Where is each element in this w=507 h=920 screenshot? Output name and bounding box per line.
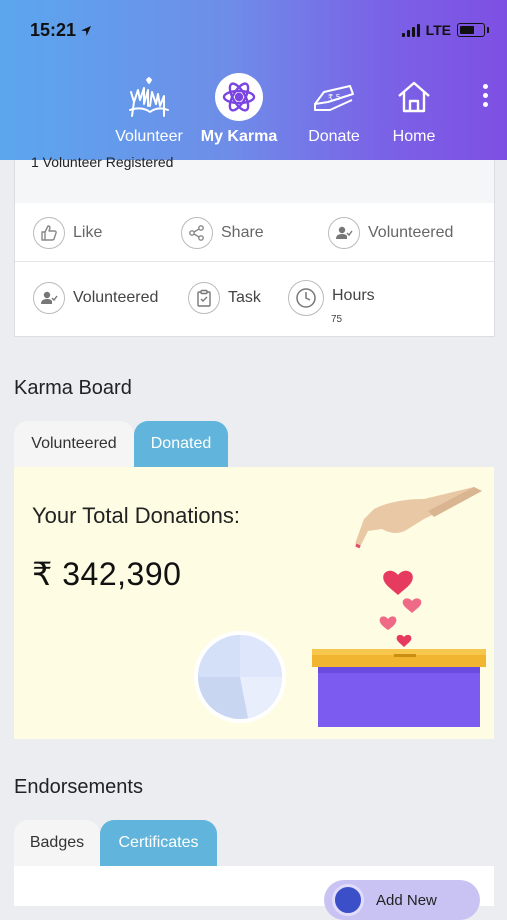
svg-text:₹ 5: ₹ 5: [328, 93, 341, 102]
registered-text: 1 Volunteer Registered: [31, 154, 174, 170]
tab-volunteered[interactable]: Volunteered: [14, 421, 134, 467]
task-label: Task: [228, 289, 261, 306]
add-new-button[interactable]: Add New: [324, 880, 480, 920]
nav-volunteer-label: Volunteer: [115, 128, 183, 145]
donation-box-illustration: [312, 487, 486, 727]
network-type: LTE: [425, 22, 451, 38]
nav-my-karma-label: My Karma: [200, 128, 278, 145]
card-divider: [15, 261, 494, 262]
endorsements-title: Endorsements: [14, 776, 143, 798]
user-check-icon: [336, 226, 353, 239]
hours-button[interactable]: Hours: [288, 280, 375, 316]
volunteered-label-2: Volunteered: [73, 289, 159, 306]
app-header: 15:21 LTE Volunteer My Karma ₹ 5 Donate …: [0, 0, 507, 160]
like-button[interactable]: Like: [33, 217, 102, 249]
add-circle-icon: [332, 884, 364, 916]
task-button[interactable]: Task: [188, 282, 261, 314]
share-icon: [189, 225, 204, 241]
hours-value: 75: [331, 314, 343, 325]
donate-hand-money-icon: ₹ 5: [314, 85, 354, 111]
volunteer-hands-icon: [129, 77, 169, 117]
status-time: 15:21: [30, 20, 77, 40]
add-new-label: Add New: [376, 892, 437, 909]
status-bar: 15:21 LTE: [30, 20, 489, 44]
nav-my-karma[interactable]: My Karma: [189, 72, 289, 146]
atom-karma-icon: [222, 82, 256, 112]
location-arrow-icon: [81, 26, 92, 36]
thumbs-up-icon: [41, 225, 57, 241]
clipboard-check-icon: [197, 289, 211, 307]
hours-label: Hours: [332, 287, 375, 304]
donations-panel: Your Total Donations: ₹ 342,390: [14, 467, 494, 739]
nav-home[interactable]: Home: [364, 72, 464, 146]
battery-icon: [457, 23, 489, 37]
nav-home-label: Home: [392, 128, 436, 145]
clock-icon: [296, 288, 316, 308]
karma-board-title: Karma Board: [14, 377, 132, 399]
total-donations-label: Your Total Donations:: [32, 503, 240, 528]
total-donations-amount: ₹ 342,390: [32, 556, 182, 592]
activity-card: 1 Volunteer Registered Like Share Volunt…: [14, 154, 495, 337]
tab-badges[interactable]: Badges: [14, 820, 100, 866]
user-check-icon: [41, 291, 58, 304]
certificates-panel: Add New: [14, 866, 494, 920]
tab-certificates[interactable]: Certificates: [100, 820, 217, 866]
share-button[interactable]: Share: [181, 217, 264, 249]
like-label: Like: [73, 224, 103, 241]
volunteered-button-2[interactable]: Volunteered: [33, 282, 158, 314]
more-options-icon[interactable]: [481, 84, 489, 111]
top-nav: Volunteer My Karma ₹ 5 Donate Home: [0, 72, 507, 152]
pie-chart-illustration: [194, 631, 286, 723]
home-icon: [398, 81, 430, 113]
share-label: Share: [221, 224, 264, 241]
volunteered-label-1: Volunteered: [368, 224, 454, 241]
signal-icon: [401, 23, 420, 37]
nav-volunteer[interactable]: Volunteer: [99, 72, 199, 146]
tab-donated[interactable]: Donated: [134, 421, 228, 467]
volunteered-button-1[interactable]: Volunteered: [328, 217, 453, 249]
